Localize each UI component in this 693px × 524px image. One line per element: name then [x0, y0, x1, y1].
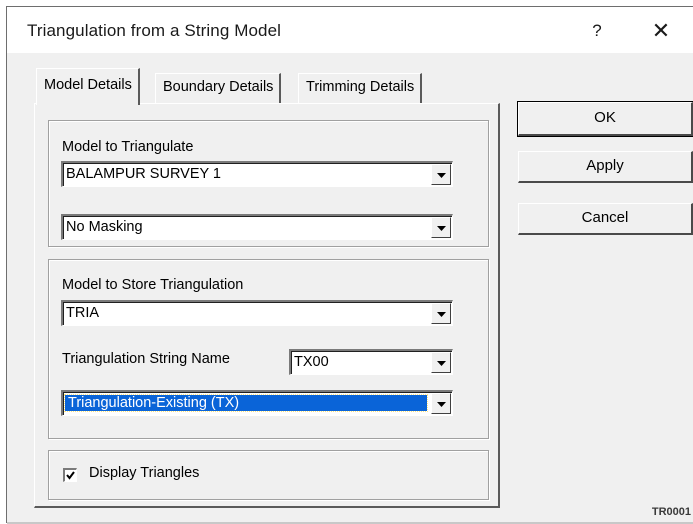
- tab-trimming-details[interactable]: Trimming Details: [298, 73, 423, 103]
- masking-value: No Masking: [66, 219, 143, 235]
- model-to-triangulate-select[interactable]: BALAMPUR SURVEY 1: [61, 161, 453, 187]
- check-icon: [66, 471, 75, 480]
- string-name-select[interactable]: TX00: [289, 349, 453, 375]
- masking-select[interactable]: No Masking: [61, 214, 453, 240]
- dropdown-button[interactable]: [431, 303, 451, 324]
- apply-button[interactable]: Apply: [518, 151, 693, 183]
- chevron-down-icon: [437, 361, 446, 366]
- dropdown-button[interactable]: [431, 217, 451, 238]
- model-to-triangulate-label: Model to Triangulate: [62, 139, 194, 155]
- chevron-down-icon: [437, 312, 446, 317]
- dialog-code: TR0001: [651, 506, 691, 518]
- tab-label: Model Details: [44, 77, 132, 93]
- model-to-store-group: Model to Store Triangulation TRIA Triang…: [48, 259, 489, 439]
- triangulation-type-select[interactable]: Triangulation-Existing (TX): [61, 390, 453, 416]
- model-to-triangulate-value: BALAMPUR SURVEY 1: [66, 166, 221, 182]
- tab-label: Trimming Details: [306, 79, 415, 95]
- tab-model-details[interactable]: Model Details: [36, 68, 140, 105]
- display-triangles-checkbox[interactable]: [63, 468, 77, 482]
- chevron-down-icon: [437, 226, 446, 231]
- model-to-triangulate-group: Model to Triangulate BALAMPUR SURVEY 1 N…: [48, 120, 489, 247]
- tab-boundary-details[interactable]: Boundary Details: [155, 73, 282, 103]
- chevron-down-icon: [437, 402, 446, 407]
- triangulation-type-value: Triangulation-Existing (TX): [64, 394, 428, 412]
- dialog-window: Triangulation from a String Model ? ✕ Mo…: [6, 6, 693, 524]
- dialog-client-area: Model Details Boundary Details Trimming …: [7, 53, 693, 524]
- dropdown-button[interactable]: [431, 352, 451, 373]
- cancel-button[interactable]: Cancel: [518, 203, 693, 235]
- tab-label: Boundary Details: [163, 79, 274, 95]
- help-button[interactable]: ?: [585, 20, 609, 44]
- model-to-store-label: Model to Store Triangulation: [62, 277, 244, 293]
- display-triangles-label: Display Triangles: [89, 465, 200, 481]
- model-to-store-value: TRIA: [66, 305, 100, 321]
- close-button[interactable]: ✕: [647, 18, 675, 46]
- string-name-value: TX00: [294, 354, 329, 370]
- display-triangles-group: Display Triangles: [48, 450, 489, 500]
- tab-page-model-details: Model to Triangulate BALAMPUR SURVEY 1 N…: [34, 103, 500, 508]
- title-bar: Triangulation from a String Model ? ✕: [7, 7, 693, 53]
- ok-button[interactable]: OK: [517, 101, 693, 137]
- model-to-store-select[interactable]: TRIA: [61, 300, 453, 326]
- dropdown-button[interactable]: [431, 393, 451, 414]
- window-title: Triangulation from a String Model: [27, 21, 282, 40]
- dropdown-button[interactable]: [431, 164, 451, 185]
- chevron-down-icon: [437, 173, 446, 178]
- string-name-label: Triangulation String Name: [62, 351, 230, 367]
